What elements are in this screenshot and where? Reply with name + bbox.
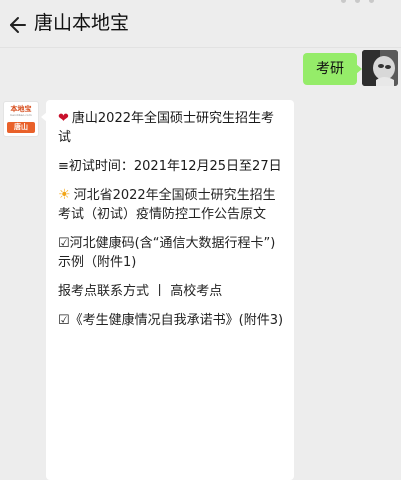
incoming-message-bubble[interactable]: ❤ 唐山2022年全国硕士研究生招生考试 ≡初试时间：2021年12月25日至27… [41, 100, 294, 480]
chat-title: 唐山本地宝 [34, 12, 130, 34]
header-divider [0, 47, 401, 48]
message-line-6[interactable]: ☑《考生健康情况自我承诺书》(附件3) [58, 311, 284, 330]
message-line-1[interactable]: ❤ 唐山2022年全国硕士研究生招生考试 [58, 109, 284, 147]
message-line-3[interactable]: ☀ 河北省2022年全国硕士研究生招生考试（初试）疫情防控工作公告原文 [58, 186, 284, 224]
avatar-city-badge: 唐山 [7, 122, 35, 133]
message-line-5[interactable]: 报考点联系方式 丨 高校考点 [58, 282, 284, 301]
message-line-4[interactable]: ☑河北健康码(含“通信大数据行程卡”)示例（附件1) [58, 234, 284, 272]
user-avatar[interactable] [362, 50, 398, 86]
sun-icon: ☀ [58, 187, 71, 203]
heart-icon: ❤ [58, 111, 69, 126]
top-bar: 唐山本地宝 [0, 0, 401, 47]
account-avatar[interactable]: 本地宝 bendibao.com 唐山 [3, 101, 39, 137]
more-dots-icon[interactable] [339, 0, 379, 6]
message-line-2[interactable]: ≡初试时间：2021年12月25日至27日 [58, 157, 284, 176]
avatar-logo-text: 本地宝 [10, 105, 32, 113]
avatar-logo-sub: bendibao.com [10, 113, 32, 117]
outgoing-message-bubble[interactable]: 考研 [303, 53, 362, 85]
back-arrow-icon[interactable] [6, 12, 28, 38]
